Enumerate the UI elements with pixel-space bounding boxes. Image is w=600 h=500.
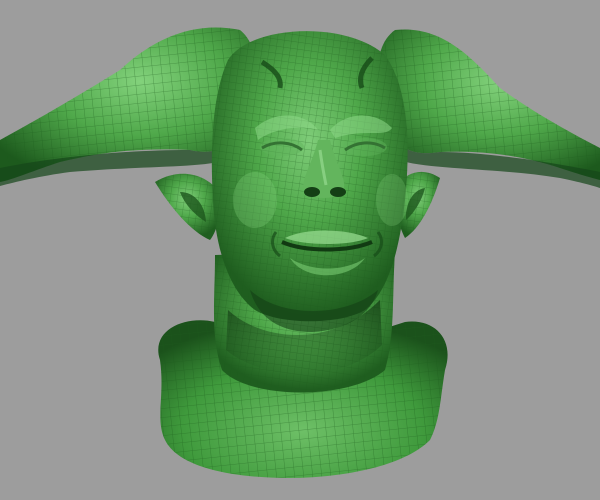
- left-ear: [155, 173, 220, 240]
- 3d-viewport[interactable]: [0, 0, 600, 500]
- viewport-canvas[interactable]: [0, 0, 600, 500]
- right-horn: [377, 29, 600, 188]
